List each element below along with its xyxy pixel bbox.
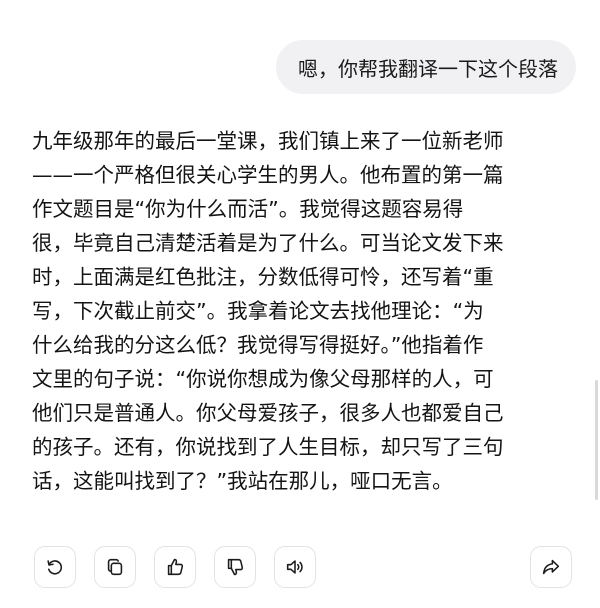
regenerate-button[interactable] xyxy=(34,546,76,588)
share-button[interactable] xyxy=(530,546,572,588)
assistant-message-line: 时，上面满是红色批注，分数低得可怜，还写着“重 xyxy=(32,265,494,289)
assistant-message-line: 文里的句子说：“你说你想成为像父母那样的人，可 xyxy=(32,367,494,391)
regenerate-icon xyxy=(47,560,63,575)
assistant-message-line: 写，下次截止前交”。我拿着论文去找他理论：“为 xyxy=(32,299,484,323)
copy-icon xyxy=(107,558,123,576)
assistant-message-line: ——一个严格但很关心学生的男人。他布置的第一篇 xyxy=(32,163,504,187)
user-message-bubble: 嗯，你帮我翻译一下这个段落 xyxy=(276,40,576,94)
assistant-message-line: 九年级那年的最后一堂课，我们镇上来了一位新老师 xyxy=(32,129,504,153)
message-action-bar xyxy=(34,546,572,590)
thumbs-down-icon xyxy=(227,558,244,576)
speaker-icon xyxy=(286,560,303,574)
assistant-message: 九年级那年的最后一堂课，我们镇上来了一位新老师 ——一个严格但很关心学生的男人。… xyxy=(32,124,580,498)
assistant-message-line: 他们只是普通人。你父母爱孩子，很多人也都爱自己 xyxy=(32,401,504,425)
scrollbar[interactable] xyxy=(595,380,598,500)
thumbs-down-button[interactable] xyxy=(214,546,256,588)
assistant-message-line: 什么给我的分这么低？我觉得写得挺好。”他指着作 xyxy=(32,333,484,357)
thumbs-up-icon xyxy=(167,558,184,576)
assistant-message-line: 很，毕竟自己清楚活着是为了什么。可当论文发下来 xyxy=(32,231,504,255)
assistant-message-line: 作文题目是“你为什么而活”。我觉得这题容易得 xyxy=(32,197,464,221)
share-icon xyxy=(542,559,560,575)
assistant-message-line: 话，这能叫找到了？”我站在那儿，哑口无言。 xyxy=(32,469,453,493)
assistant-message-line: 的孩子。还有，你说找到了人生目标，却只写了三句 xyxy=(32,435,504,459)
user-message-text: 嗯，你帮我翻译一下这个段落 xyxy=(298,56,558,81)
copy-button[interactable] xyxy=(94,546,136,588)
thumbs-up-button[interactable] xyxy=(154,546,196,588)
read-aloud-button[interactable] xyxy=(274,546,316,588)
